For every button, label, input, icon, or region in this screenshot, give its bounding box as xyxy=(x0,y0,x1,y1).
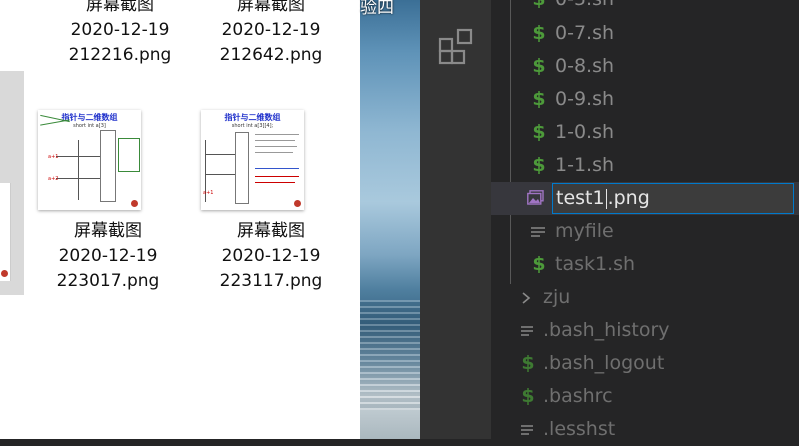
tree-item-label: .bash_logout xyxy=(543,352,665,374)
shell-dollar-icon: $ xyxy=(532,22,546,44)
shell-dollar-icon: $ xyxy=(532,55,546,77)
tree-item-1-1-sh[interactable]: $ 1-1.sh xyxy=(491,149,799,182)
shell-dollar-icon: $ xyxy=(532,121,546,143)
wallpaper-window-title-fragment: 验四 xyxy=(360,0,394,18)
tree-item-label: zju xyxy=(543,286,571,308)
file-thumbnail-223017[interactable]: 指针与二维数组 short int a[3] a+1 a+2 xyxy=(38,110,141,210)
shell-dollar-icon: $ xyxy=(532,154,546,176)
file-thumbnail-223117[interactable]: 指针与二维数组 short int a[3][4]; a+1 xyxy=(201,110,304,210)
chevron-right-icon xyxy=(522,292,531,304)
tree-item-myfile[interactable]: myfile xyxy=(491,215,799,248)
file-item-212642[interactable]: 屏幕截图 2020-12-19 212642.png xyxy=(201,0,341,68)
rename-value-before-cursor: test1 xyxy=(556,187,605,209)
file-name-line2: 2020-12-19 xyxy=(221,246,321,266)
tree-item-label: .lesshst xyxy=(543,418,616,440)
tree-item-bash-logout[interactable]: $ .bash_logout xyxy=(491,347,799,380)
selected-item-highlight xyxy=(0,71,24,295)
file-name-line1: 屏幕截图 xyxy=(237,221,305,241)
explorer-tree: $ 0-5.sh $ 0-7.sh $ 0-8.sh $ 0-9.sh $ 1-… xyxy=(491,0,799,440)
tree-item-label: task1.sh xyxy=(555,253,636,275)
file-item-212216[interactable]: 屏幕截图 2020-12-19 212216.png xyxy=(50,0,190,68)
file-explorer-pane: 屏幕截图 2020-12-19 212216.png 屏幕截图 2020-12-… xyxy=(0,0,360,439)
tree-item-label: .bashrc xyxy=(543,385,613,407)
tree-item-0-8-sh[interactable]: $ 0-8.sh xyxy=(491,50,799,83)
tree-item-label: .bash_history xyxy=(543,319,670,341)
file-name-line3: 212642.png xyxy=(219,45,323,65)
wallpaper-waves xyxy=(360,300,420,410)
tree-item-rename-test1-png[interactable]: test1 .png xyxy=(491,182,799,215)
thumbnail-subtitle: short int a[3] xyxy=(73,123,106,129)
file-name-line3: 223017.png xyxy=(56,271,160,291)
text-lines-icon xyxy=(521,425,533,435)
shell-dollar-icon: $ xyxy=(532,253,546,275)
shell-dollar-icon: $ xyxy=(529,0,549,16)
tree-item-label: myfile xyxy=(555,220,614,242)
file-name-line3: 212216.png xyxy=(68,45,172,65)
file-name-line1: 屏幕截图 xyxy=(74,221,142,241)
thumbnail-title: 指针与二维数组 xyxy=(224,113,281,122)
tree-item-task1-sh[interactable]: $ task1.sh xyxy=(491,248,799,281)
text-lines-icon xyxy=(521,326,533,336)
shell-dollar-icon: $ xyxy=(532,88,546,110)
partial-thumbnail[interactable] xyxy=(0,183,11,281)
file-name-line3: 223117.png xyxy=(219,271,323,291)
thumbnail-subtitle: short int a[3][4]; xyxy=(231,123,274,129)
file-name-line2: 2020-12-19 xyxy=(58,246,158,266)
tree-item-label: 1-1.sh xyxy=(555,154,615,176)
rename-value-after-cursor: .png xyxy=(607,187,650,209)
file-name-line1: 屏幕截图 xyxy=(237,0,305,15)
tree-item-0-7-sh[interactable]: $ 0-7.sh xyxy=(491,17,799,50)
tree-item-1-0-sh[interactable]: $ 1-0.sh xyxy=(491,116,799,149)
shell-dollar-icon: $ xyxy=(521,385,535,407)
tree-item-bashrc[interactable]: $ .bashrc xyxy=(491,380,799,413)
image-file-icon xyxy=(527,190,544,205)
file-item-223017[interactable]: 屏幕截图 2020-12-19 223017.png xyxy=(38,219,178,294)
tree-item-bash-history[interactable]: .bash_history xyxy=(491,314,799,347)
text-cursor xyxy=(605,188,607,209)
tree-item-label: 0-5.sh xyxy=(555,0,614,16)
file-name-line1: 屏幕截图 xyxy=(86,0,154,15)
tree-item-label: 1-0.sh xyxy=(555,121,615,143)
text-lines-icon xyxy=(531,227,545,237)
tree-item-0-5-sh[interactable]: $ 0-5.sh xyxy=(491,0,799,16)
rename-input[interactable]: test1 .png xyxy=(552,183,794,214)
extensions-icon[interactable] xyxy=(438,27,476,65)
file-name-line2: 2020-12-19 xyxy=(221,20,321,40)
file-item-223117[interactable]: 屏幕截图 2020-12-19 223117.png xyxy=(201,219,341,294)
file-name-line2: 2020-12-19 xyxy=(70,20,170,40)
shell-dollar-icon: $ xyxy=(521,352,535,374)
tree-item-0-9-sh[interactable]: $ 0-9.sh xyxy=(491,83,799,116)
tree-item-lesshst[interactable]: .lesshst xyxy=(491,413,799,446)
tree-item-label: 0-9.sh xyxy=(555,88,615,110)
activity-bar xyxy=(420,0,491,439)
tree-folder-zju[interactable]: zju xyxy=(491,281,799,314)
tree-item-label: 0-8.sh xyxy=(555,55,615,77)
tree-item-label: 0-7.sh xyxy=(555,22,615,44)
desktop-wallpaper: 验四 xyxy=(360,0,420,439)
